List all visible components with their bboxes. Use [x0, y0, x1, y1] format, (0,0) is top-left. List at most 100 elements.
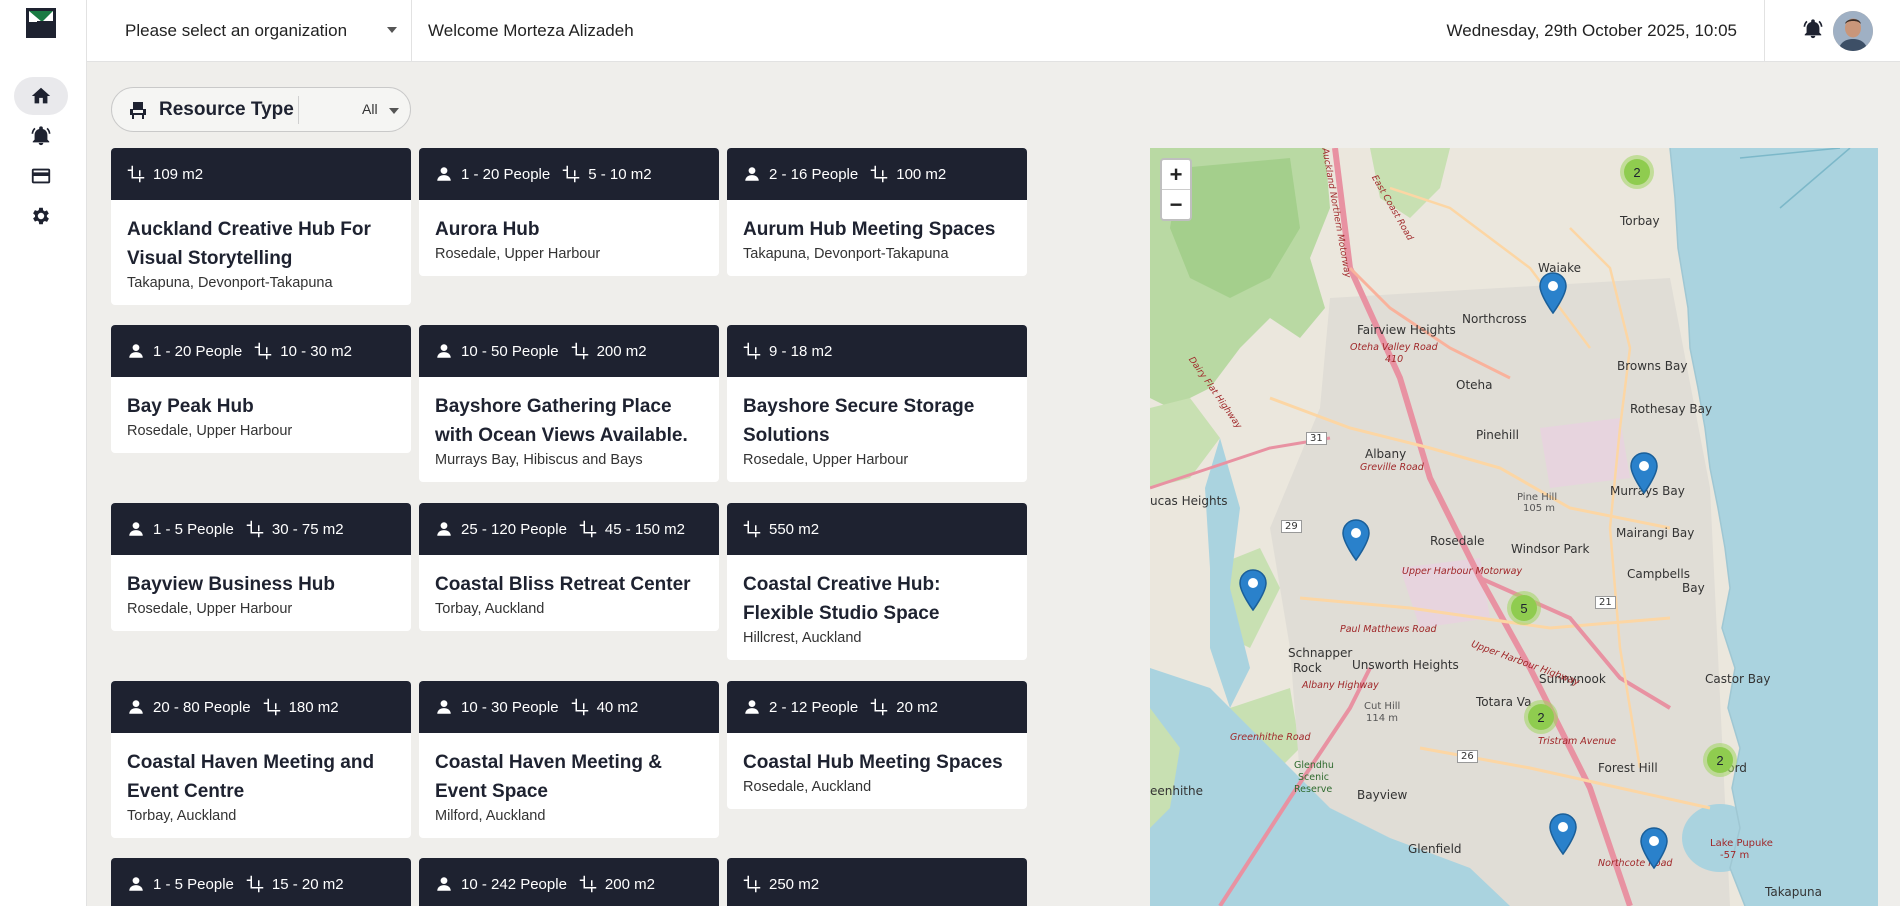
card-people: 10 - 50 People [461, 342, 559, 360]
card-title: Coastal Haven Meeting & Event Space [435, 748, 703, 806]
card-area: 200 m2 [604, 875, 655, 893]
resource-card[interactable]: 1 - 5 People 15 - 20 m2 [111, 858, 411, 906]
card-title-line: Coastal Haven Meeting and [127, 752, 375, 773]
map-pin-icon[interactable] [1640, 827, 1668, 869]
card-location: Hillcrest, Auckland [743, 630, 862, 646]
map-label: Forest Hill [1598, 761, 1658, 775]
nav-home[interactable] [14, 77, 68, 115]
zoom-in-button[interactable]: + [1162, 160, 1190, 190]
card-capacity-bar: 1 - 5 People 30 - 75 m2 [111, 503, 411, 555]
card-area: 550 m2 [769, 520, 820, 538]
map-pin-icon[interactable] [1549, 813, 1577, 855]
resource-card[interactable]: 9 - 18 m2 Bayshore Secure Storage Solution… [727, 325, 1027, 482]
home-icon [31, 87, 51, 104]
card-area: 20 m2 [896, 698, 938, 716]
resource-card[interactable]: 10 - 242 People 200 m2 [419, 858, 719, 906]
map-label: Rock [1293, 661, 1322, 675]
resource-card[interactable]: 25 - 120 People 45 - 150 m2 Coastal Bliss … [419, 503, 719, 631]
notifications-button[interactable] [1800, 16, 1826, 42]
area-crop-icon [579, 875, 597, 893]
person-icon [129, 700, 143, 714]
card-title-line: Bayshore Gathering Place [435, 396, 672, 417]
organization-select[interactable]: Please select an organization [87, 0, 412, 62]
resource-type-label: Resource Type [159, 98, 294, 120]
cluster-count: 2 [1624, 159, 1650, 185]
resource-card[interactable]: 1 - 20 People 10 - 30 m2 Bay Peak Hub Rosed… [111, 325, 411, 453]
card-title: Coastal Haven Meeting and Event Centre [127, 748, 395, 806]
card-capacity-bar: 550 m2 [727, 503, 1027, 555]
card-title-line: Coastal Bliss Retreat Center [435, 574, 691, 595]
map-label: Northcross [1462, 312, 1527, 326]
card-body: Coastal Bliss Retreat Center Torbay, Auck… [419, 555, 719, 631]
map-pin-icon[interactable] [1630, 452, 1658, 494]
resource-card[interactable]: 550 m2 Coastal Creative Hub: Flexible Stud… [727, 503, 1027, 660]
map-cluster-marker[interactable]: 5 [1507, 591, 1541, 625]
map-label: Takapuna [1765, 885, 1822, 899]
app-logo-icon[interactable] [26, 8, 56, 38]
card-title: Coastal Creative Hub: Flexible Studio Spa… [743, 570, 1011, 628]
resource-type-value: All [362, 101, 378, 117]
map-label: Bayview [1357, 788, 1408, 802]
person-icon [437, 522, 451, 536]
resource-type-filter[interactable]: Resource Type All [111, 87, 411, 132]
resource-card[interactable]: 1 - 20 People 5 - 10 m2 Aurora Hub Rosedale… [419, 148, 719, 276]
resource-card[interactable]: 20 - 80 People 180 m2 Coastal Haven Meetin… [111, 681, 411, 838]
card-title: Coastal Bliss Retreat Center [435, 570, 703, 599]
map-cluster-marker[interactable]: 2 [1703, 743, 1737, 777]
bell-icon [1803, 19, 1823, 39]
person-icon [437, 877, 451, 891]
map-label: 105 m [1523, 503, 1556, 514]
card-people: 1 - 20 People [153, 342, 243, 360]
resource-card[interactable]: 10 - 50 People 200 m2 Bayshore Gathering P… [419, 325, 719, 482]
card-area: 40 m2 [596, 698, 639, 716]
card-people: 25 - 120 People [461, 520, 567, 538]
person-icon [437, 700, 451, 714]
resource-card[interactable]: 109 m2 Auckland Creative Hub For Visual St… [111, 148, 411, 305]
resource-card[interactable]: 250 m2 [727, 858, 1027, 906]
card-body: Bayview Business Hub Rosedale, Upper Harb… [111, 555, 411, 631]
map-label: Oteha [1456, 378, 1493, 392]
map-pin-icon[interactable] [1239, 569, 1267, 611]
map-pin-icon[interactable] [1342, 519, 1370, 561]
map-cluster-marker[interactable]: 2 [1524, 700, 1558, 734]
resource-card[interactable]: 10 - 30 People 40 m2 Coastal Haven Meeting… [419, 681, 719, 838]
card-location: Torbay, Auckland [127, 808, 237, 824]
nav-notifications[interactable] [14, 117, 68, 155]
chevron-down-icon [387, 27, 397, 33]
map-label: Rothesay Bay [1630, 402, 1713, 416]
card-title: Bayshore Secure Storage Solutions [743, 392, 1011, 450]
current-datetime: Wednesday, 29th October 2025, 10:05 [1446, 21, 1737, 40]
resource-card[interactable]: 2 - 12 People 20 m2 Coastal Hub Meeting Sp… [727, 681, 1027, 809]
card-body: Coastal Haven Meeting & Event Space Milfor… [419, 733, 719, 838]
card-location: Takapuna, Devonport-Takapuna [743, 246, 949, 262]
map-pin-icon[interactable] [1539, 272, 1567, 314]
map-cluster-marker[interactable]: 2 [1620, 155, 1654, 189]
map-label: -57 m [1720, 850, 1750, 861]
card-title-line: Event Centre [127, 781, 245, 802]
zoom-out-button[interactable]: − [1162, 190, 1190, 220]
nav-settings[interactable] [14, 197, 68, 235]
user-avatar[interactable] [1833, 11, 1873, 51]
map-label: 410 [1385, 354, 1404, 365]
card-title: Bayshore Gathering Place with Ocean Views… [435, 392, 703, 450]
card-people: 10 - 30 People [461, 698, 559, 716]
nav-billing[interactable] [14, 157, 68, 195]
map-label: eenhithe [1150, 784, 1204, 798]
header-divider [1764, 0, 1765, 62]
card-people: 10 - 242 People [461, 875, 567, 893]
area-crop-icon [579, 520, 597, 538]
filter-divider [298, 96, 299, 124]
resource-card[interactable]: 2 - 16 People 100 m2 Aurum Hub Meeting Spa… [727, 148, 1027, 276]
map-label: Greville Road [1360, 462, 1424, 473]
card-title: Auckland Creative Hub For Visual Storytel… [127, 215, 395, 273]
map-label: Albany Highway [1302, 680, 1379, 691]
card-capacity-bar: 20 - 80 People 180 m2 [111, 681, 411, 733]
resource-card[interactable]: 1 - 5 People 30 - 75 m2 Bayview Business H… [111, 503, 411, 631]
map-label: Windsor Park [1511, 542, 1590, 556]
resource-map[interactable]: Torbay Waiake Northcross Fairview Height… [1150, 148, 1878, 906]
card-people: 20 - 80 People [153, 698, 251, 716]
card-title-line: Flexible Studio Space [743, 603, 940, 624]
map-label: Auckland Northern Motorway [1319, 148, 1353, 279]
card-body: Aurum Hub Meeting Spaces Takapuna, Devonp… [727, 200, 1027, 276]
map-label: Totara Va [1476, 695, 1532, 709]
